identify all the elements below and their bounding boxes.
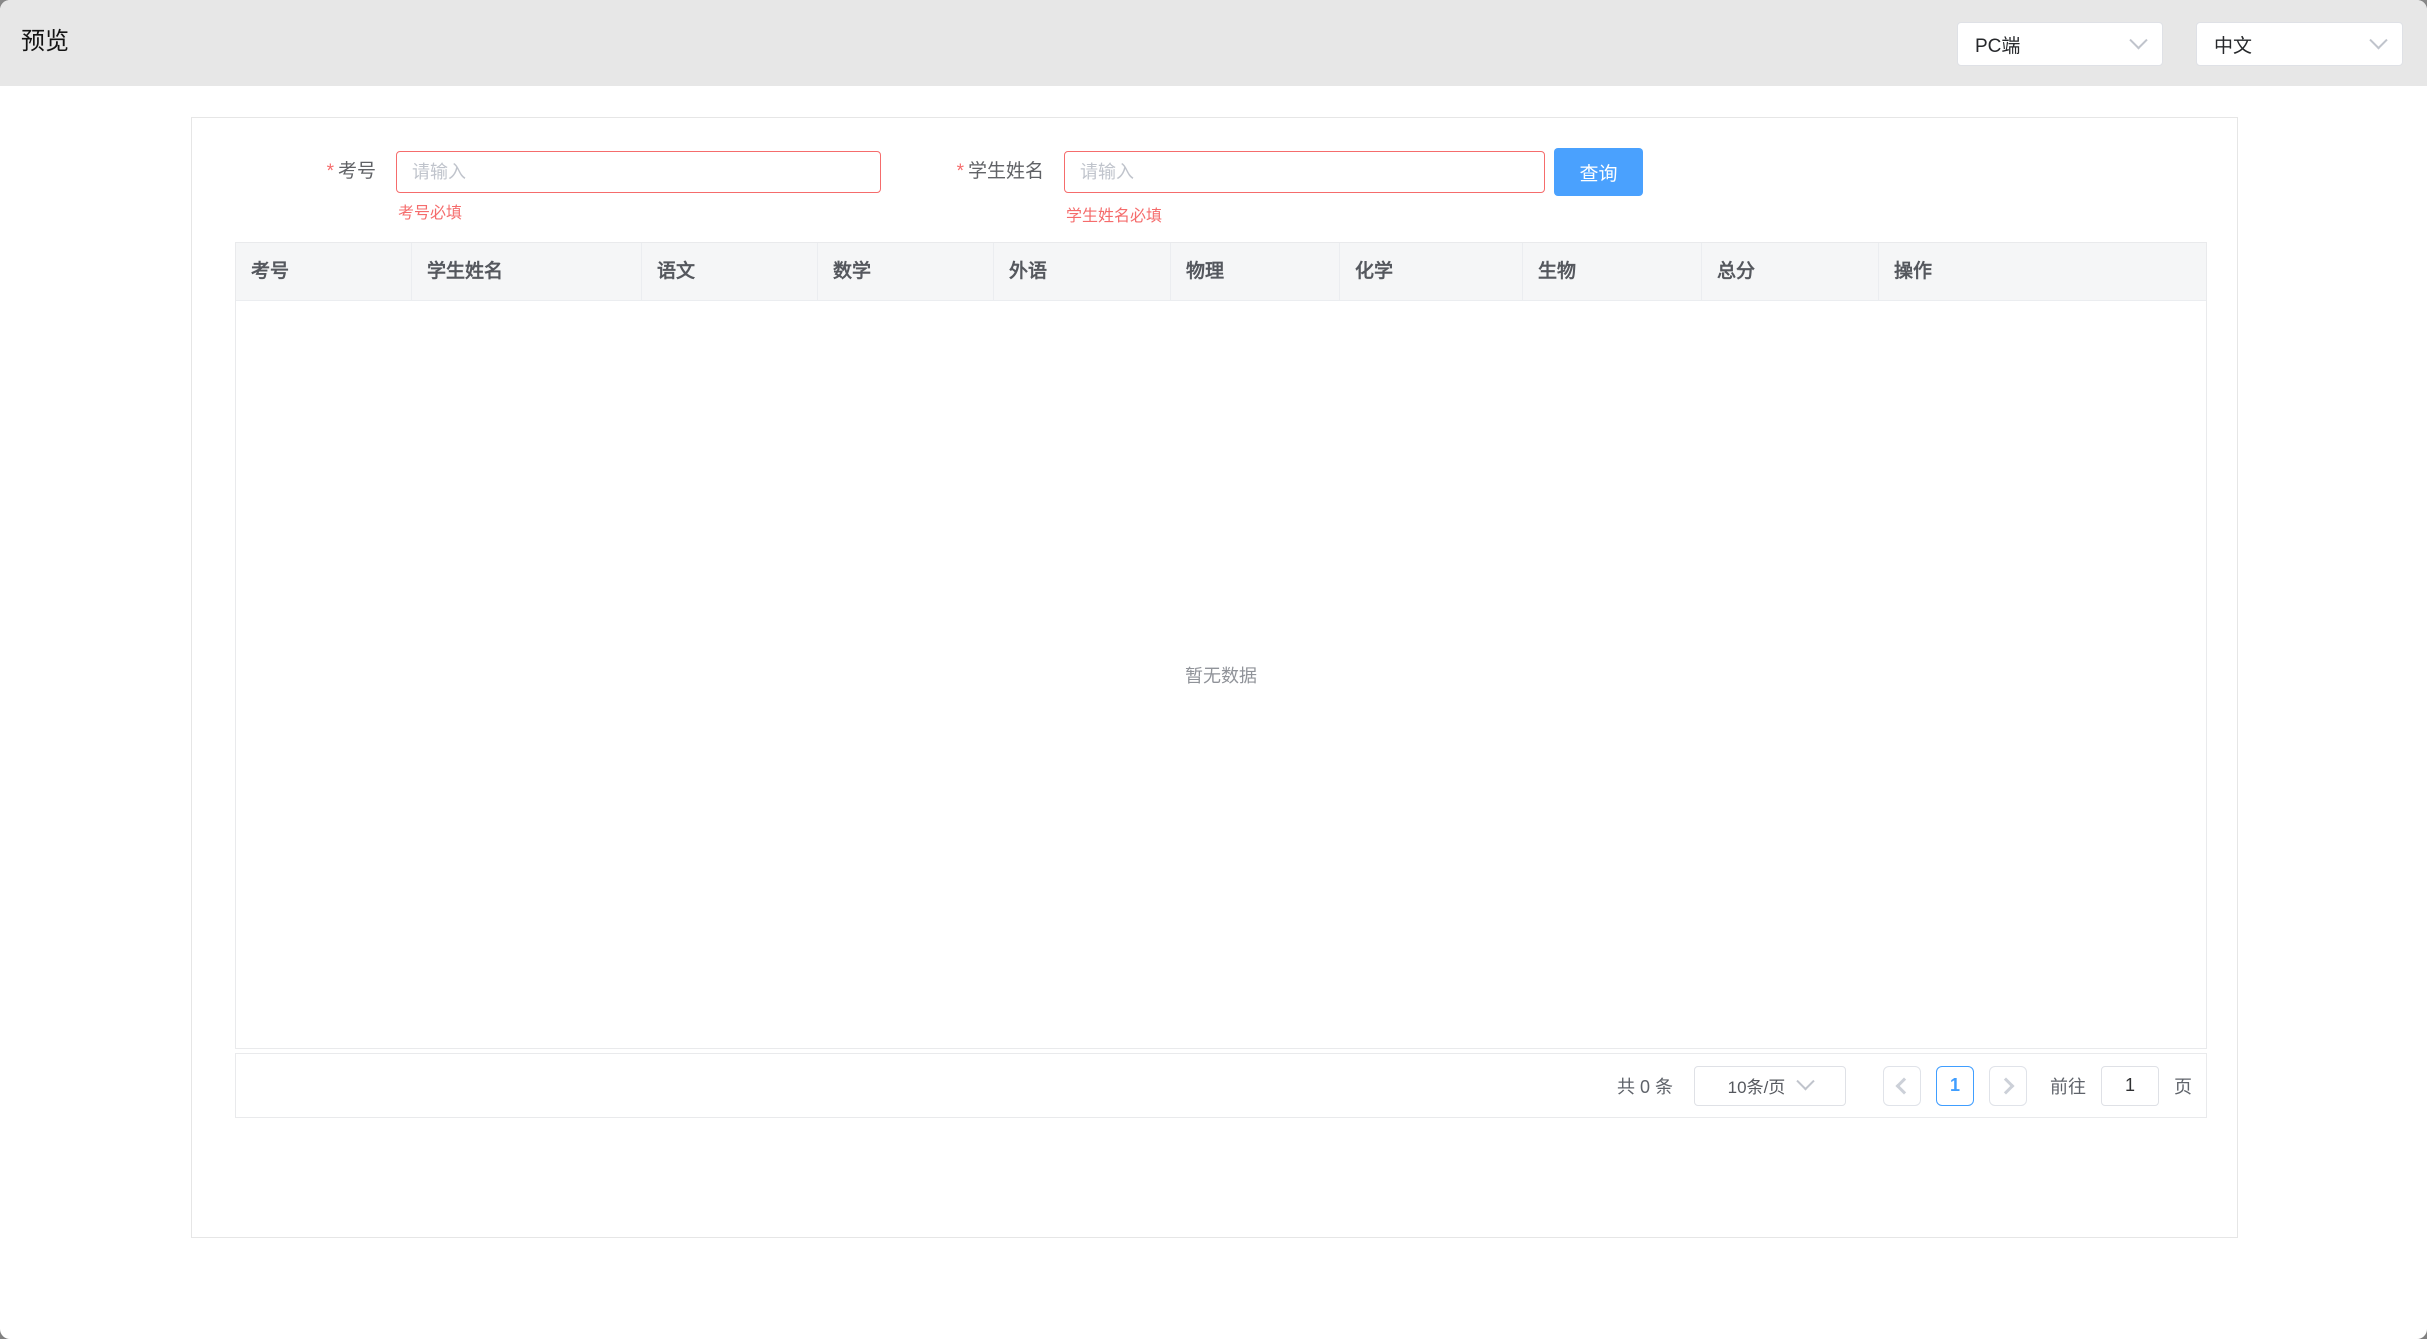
prev-page-button[interactable] xyxy=(1883,1066,1921,1106)
exam-no-label-text: 考号 xyxy=(338,161,376,182)
column-header-total-score: 总分 xyxy=(1702,243,1879,300)
column-header-actions: 操作 xyxy=(1879,243,2206,300)
device-select-value: PC端 xyxy=(1975,31,2020,58)
exam-no-error: 考号必填 xyxy=(398,199,462,223)
column-header-physics: 物理 xyxy=(1171,243,1340,300)
content-card: *考号 考号必填 *学生姓名 学生姓名必填 查询 考号 学生姓名 语文 数学 外… xyxy=(191,117,2238,1238)
column-header-biology: 生物 xyxy=(1523,243,1702,300)
results-table: 考号 学生姓名 语文 数学 外语 物理 化学 生物 总分 操作 暂无数据 xyxy=(235,242,2207,1049)
column-header-exam-no: 考号 xyxy=(236,243,412,300)
pagination-bar: 共 0 条 10条/页 1 前往 页 xyxy=(235,1053,2207,1118)
preview-screen: 预览 PC端 中文 *考号 考号必填 *学生姓名 学生姓名必填 查询 xyxy=(0,0,2427,1339)
page-title: 预览 xyxy=(21,21,69,56)
student-name-error: 学生姓名必填 xyxy=(1066,202,1162,226)
required-asterisk: * xyxy=(957,161,964,182)
column-header-student-name: 学生姓名 xyxy=(412,243,642,300)
table-header-row: 考号 学生姓名 语文 数学 外语 物理 化学 生物 总分 操作 xyxy=(236,243,2206,301)
page-size-select[interactable]: 10条/页 xyxy=(1694,1066,1846,1106)
chevron-down-icon xyxy=(2369,31,2387,49)
chevron-down-icon xyxy=(1797,1072,1815,1090)
preview-dialog: 预览 PC端 中文 *考号 考号必填 *学生姓名 学生姓名必填 查询 xyxy=(0,0,2427,1339)
jump-suffix-label: 页 xyxy=(2174,1073,2192,1099)
topbar: 预览 PC端 中文 xyxy=(0,0,2427,86)
column-header-foreign-lang: 外语 xyxy=(994,243,1171,300)
exam-no-input[interactable] xyxy=(396,151,881,193)
page-jump-input[interactable] xyxy=(2101,1066,2159,1106)
column-header-chemistry: 化学 xyxy=(1340,243,1523,300)
jump-prefix-label: 前往 xyxy=(2050,1073,2086,1099)
page-size-value: 10条/页 xyxy=(1728,1073,1786,1098)
table-empty-state: 暂无数据 xyxy=(236,301,2206,1048)
student-name-label-text: 学生姓名 xyxy=(968,161,1044,182)
empty-text: 暂无数据 xyxy=(1185,662,1257,688)
column-header-chinese: 语文 xyxy=(642,243,818,300)
next-page-button[interactable] xyxy=(1989,1066,2027,1106)
exam-no-label: *考号 xyxy=(232,151,376,193)
search-button[interactable]: 查询 xyxy=(1554,148,1643,196)
device-select[interactable]: PC端 xyxy=(1957,22,2163,66)
student-name-input[interactable] xyxy=(1064,151,1545,193)
column-header-math: 数学 xyxy=(818,243,994,300)
language-select[interactable]: 中文 xyxy=(2196,22,2403,66)
pagination-total: 共 0 条 xyxy=(1617,1073,1673,1099)
student-name-label: *学生姓名 xyxy=(872,151,1044,193)
required-asterisk: * xyxy=(327,161,334,182)
chevron-down-icon xyxy=(2129,31,2147,49)
chevron-right-icon xyxy=(1998,1077,2015,1094)
chevron-left-icon xyxy=(1896,1077,1913,1094)
current-page-button[interactable]: 1 xyxy=(1936,1066,1974,1106)
language-select-value: 中文 xyxy=(2214,31,2252,58)
